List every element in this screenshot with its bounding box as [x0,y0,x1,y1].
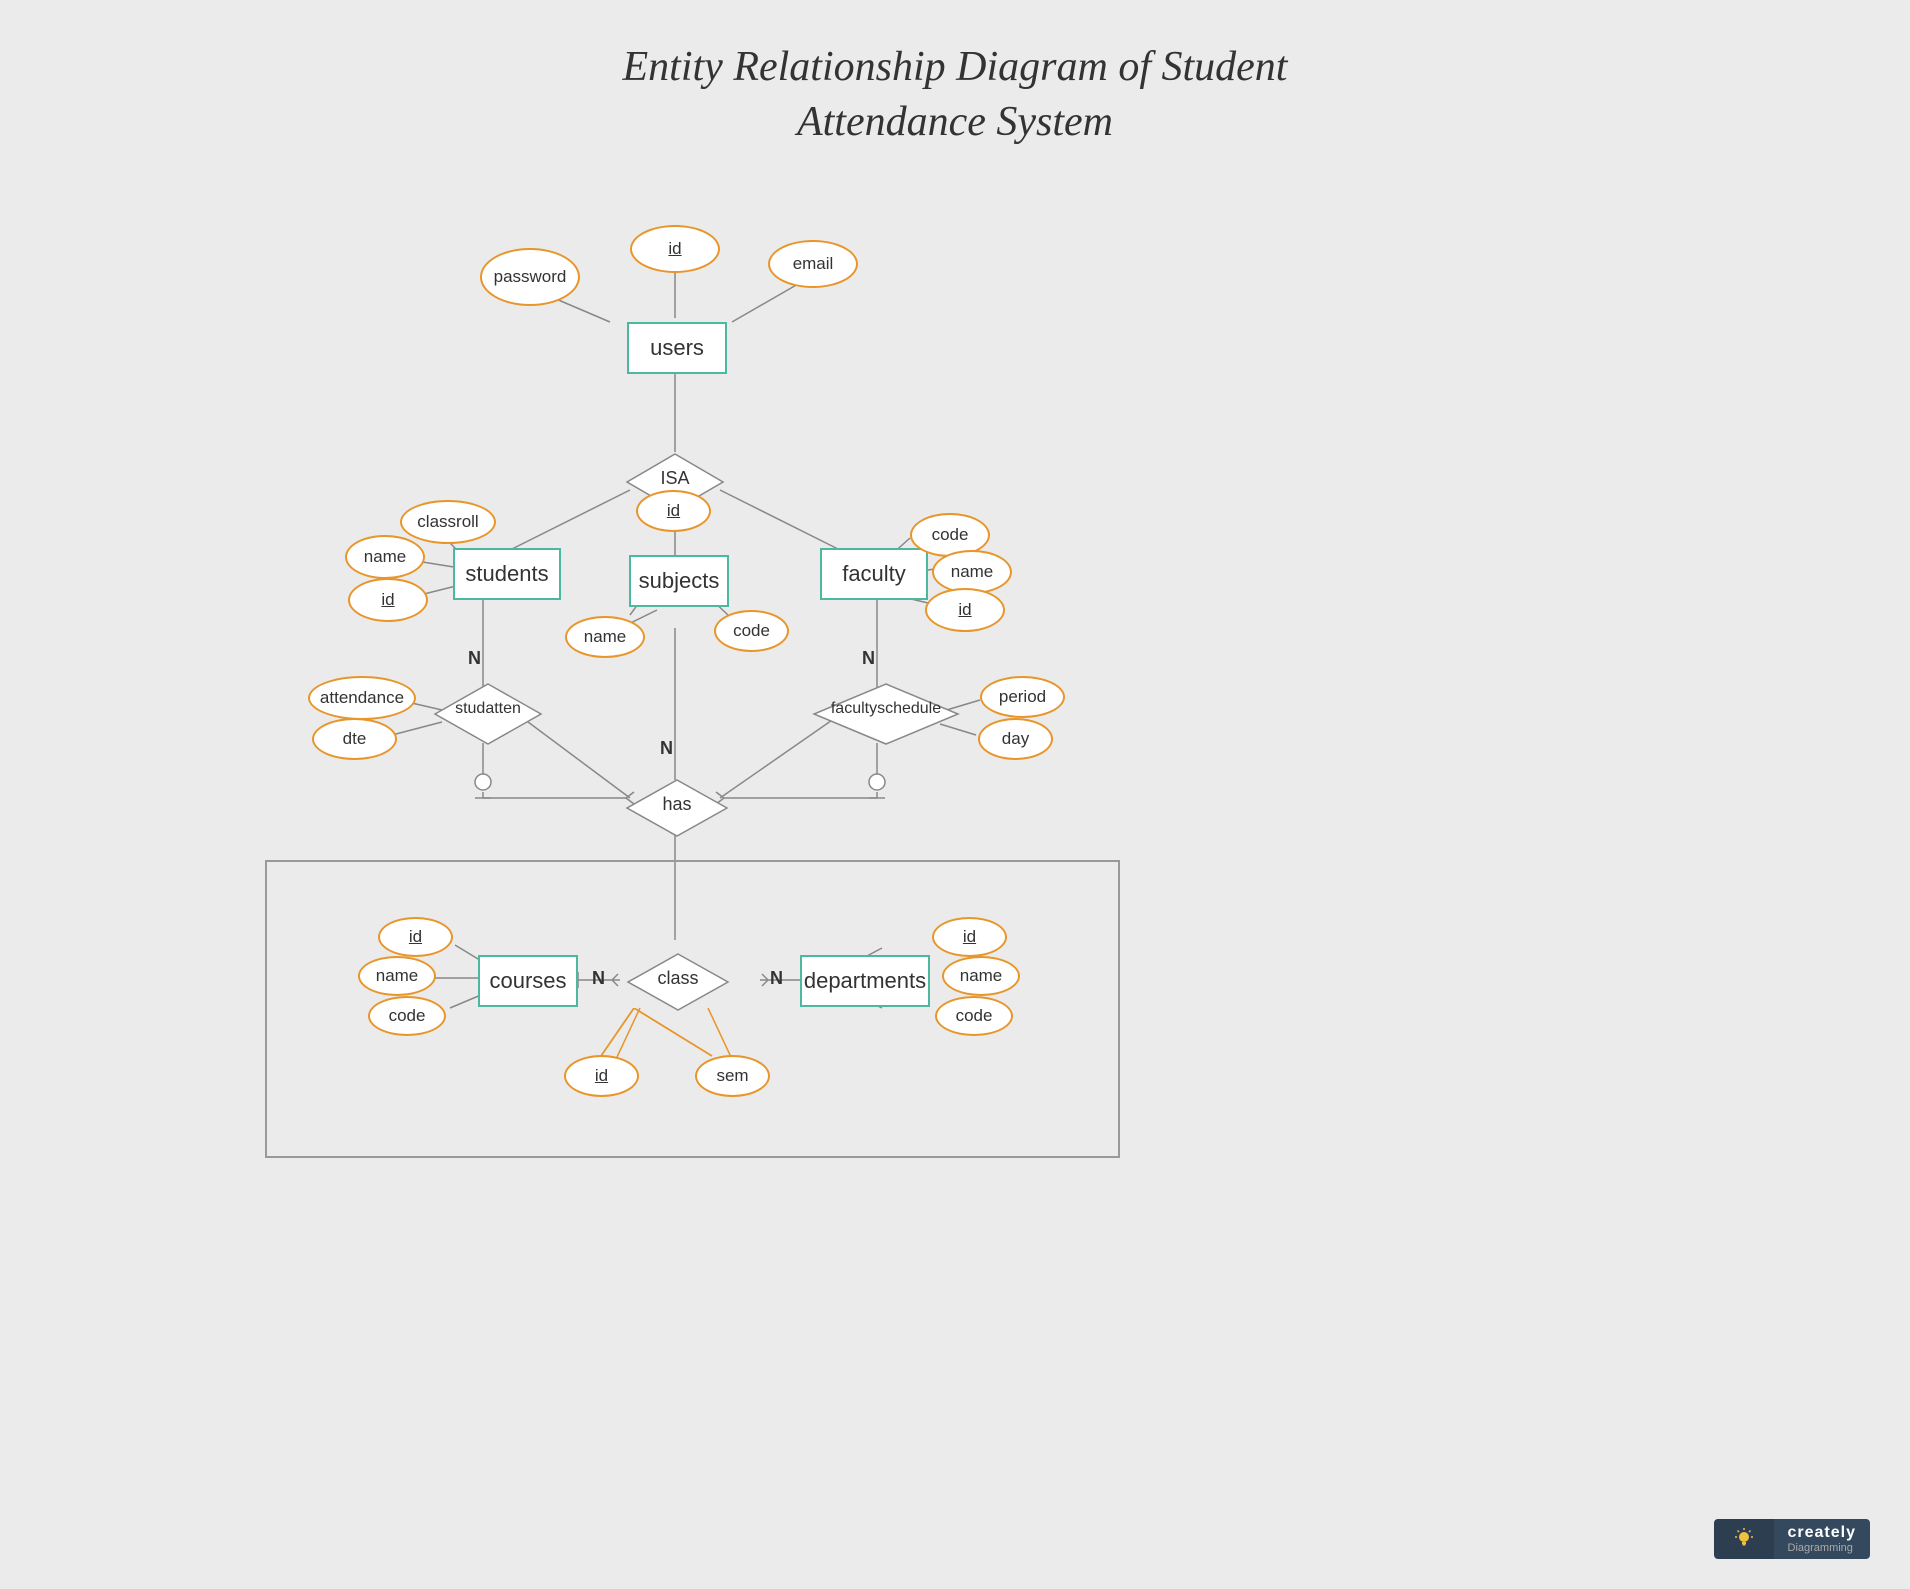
attr-studatten-attendance: attendance [308,676,416,720]
attr-courses-code: code [368,996,446,1036]
attr-students-name: name [345,535,425,579]
creately-text: creately [1788,1524,1857,1542]
attr-departments-id: id [932,917,1007,957]
attr-subjects-id: id [636,490,711,532]
diamond-class: class [626,952,730,1012]
card-departments-n: N [770,968,783,989]
attr-users-password: password [480,248,580,306]
card-courses-n: N [592,968,605,989]
attr-facultyschedule-period: period [980,676,1065,718]
attr-users-email: email [768,240,858,288]
attr-subjects-name: name [565,616,645,658]
creately-sub: Diagramming [1788,1542,1853,1554]
main-container: Entity Relationship Diagram of Student A… [0,0,1910,1589]
attr-departments-name: name [942,956,1020,996]
attr-class-id: id [564,1055,639,1097]
attr-subjects-code: code [714,610,789,652]
diamond-facultyschedule: facultyschedule [812,682,960,746]
diagram-area: users id password email ISA students nam… [120,160,1790,1509]
connections-svg [120,160,1790,1509]
attr-courses-id: id [378,917,453,957]
attr-courses-name: name [358,956,436,996]
attr-departments-code: code [935,996,1013,1036]
attr-class-sem: sem [695,1055,770,1097]
entity-faculty: faculty [820,548,928,600]
creately-logo-left [1714,1519,1774,1559]
attr-facultyschedule-day: day [978,718,1053,760]
creately-brand: creately Diagramming [1774,1519,1871,1559]
card-n3: N [660,738,673,759]
diamond-studatten: studatten [433,682,543,746]
diamond-has: has [625,778,729,838]
entity-courses: courses [478,955,578,1007]
attr-students-classroll: classroll [400,500,496,544]
attr-studatten-dte: dte [312,718,397,760]
entity-departments: departments [800,955,930,1007]
attr-students-id: id [348,578,428,622]
creately-logo: creately Diagramming [1714,1519,1871,1559]
attr-users-id: id [630,225,720,273]
entity-subjects: subjects [629,555,729,607]
entity-students: students [453,548,561,600]
card-n1: N [468,648,481,669]
diagram-title: Entity Relationship Diagram of Student A… [0,0,1910,149]
bulb-icon [1732,1527,1756,1551]
card-n2: N [862,648,875,669]
attr-faculty-id: id [925,588,1005,632]
entity-users: users [627,322,727,374]
